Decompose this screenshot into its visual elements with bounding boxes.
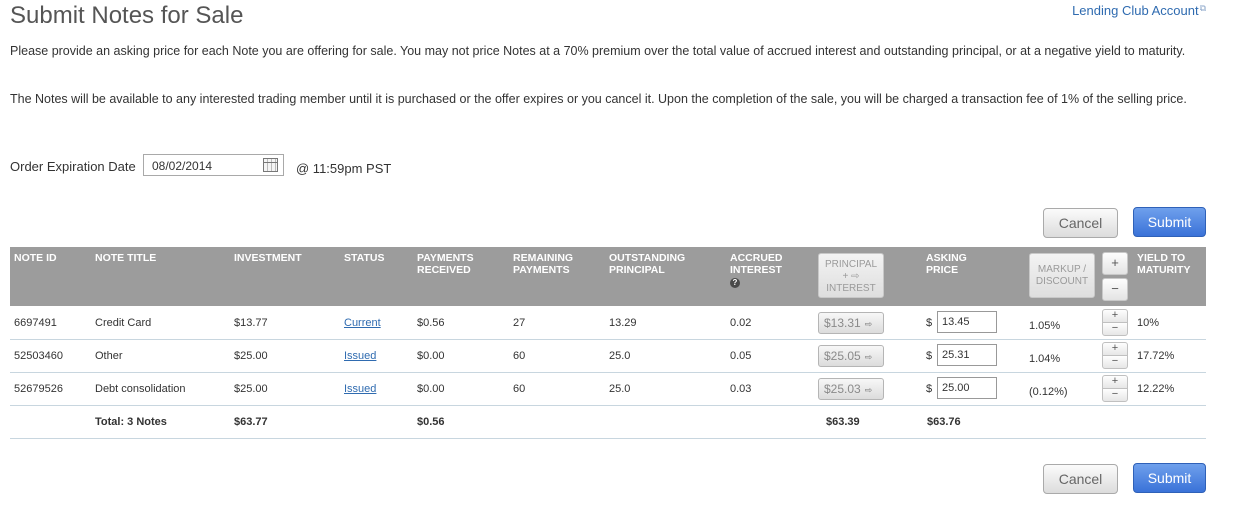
col-yield-to-maturity: YIELD TO MATURITY xyxy=(1137,252,1191,276)
table-row: 52503460 Other $25.00 Issued $0.00 60 25… xyxy=(10,339,1206,373)
order-expiration-time: @ 11:59pm PST xyxy=(296,161,392,176)
markup-discount-value: 1.05% xyxy=(1029,320,1061,332)
markup-discount-value: 1.04% xyxy=(1029,353,1061,365)
yield-to-maturity: 17.72% xyxy=(1137,350,1175,362)
outstanding-principal: 13.29 xyxy=(609,317,637,329)
investment: $25.00 xyxy=(234,350,268,362)
payments-received: $0.00 xyxy=(417,383,445,395)
order-expiration-date-value: 08/02/2014 xyxy=(152,159,213,173)
asking-price-input[interactable] xyxy=(937,377,997,399)
remaining-payments: 60 xyxy=(513,383,526,395)
status-link[interactable]: Issued xyxy=(344,383,376,395)
principal-plus-interest-top: PRINCIPAL xyxy=(824,259,878,270)
col-note-id: NOTE ID xyxy=(14,252,57,264)
bulk-decrease-button[interactable]: − xyxy=(1102,278,1128,301)
principal-plus-interest-button[interactable]: $25.03 ⇨ xyxy=(818,378,884,400)
account-link-label: Lending Club Account xyxy=(1072,3,1199,18)
principal-plus-interest-button[interactable]: $25.05 ⇨ xyxy=(818,345,884,367)
note-id: 52503460 xyxy=(14,350,63,362)
asking-price-stepper: + − xyxy=(1102,342,1128,370)
investment: $13.77 xyxy=(234,317,268,329)
col-status: STATUS xyxy=(344,252,385,264)
arrow-right-icon: ⇨ xyxy=(864,385,873,395)
asking-price-input[interactable] xyxy=(937,344,997,366)
col-note-title: NOTE TITLE xyxy=(95,252,157,264)
accrued-interest: 0.03 xyxy=(730,383,752,395)
markup-discount-value: (0.12%) xyxy=(1029,386,1068,398)
arrow-right-icon: ⇨ xyxy=(864,319,873,329)
remaining-payments: 60 xyxy=(513,350,526,362)
submit-button-top[interactable]: Submit xyxy=(1133,207,1206,237)
col-remaining-payments: REMAINING PAYMENTS xyxy=(513,252,574,276)
principal-plus-interest-button[interactable]: $13.31 ⇨ xyxy=(818,312,884,334)
page-title: Submit Notes for Sale xyxy=(10,2,244,29)
principal-plus-interest-column-button[interactable]: PRINCIPAL + ⇨ INTEREST xyxy=(818,253,884,298)
markup-discount-column-button[interactable]: MARKUP / DISCOUNT xyxy=(1029,253,1095,298)
note-id: 6697491 xyxy=(14,317,57,329)
total-asking-price: $63.76 xyxy=(927,416,961,428)
increase-price-button[interactable]: + xyxy=(1102,309,1128,323)
col-investment: INVESTMENT xyxy=(234,252,302,264)
currency-symbol: $ xyxy=(926,383,933,395)
submit-button-bottom[interactable]: Submit xyxy=(1133,463,1206,493)
asking-price-input[interactable] xyxy=(937,311,997,333)
total-payments-received: $0.56 xyxy=(417,416,445,428)
yield-to-maturity: 12.22% xyxy=(1137,383,1175,395)
bulk-increase-button[interactable]: + xyxy=(1102,252,1128,275)
instructions-paragraph-1: Please provide an asking price for each … xyxy=(10,44,1186,58)
col-accrued-interest: ACCRUED INTEREST ? xyxy=(730,252,800,288)
col-asking-price: ASKING PRICE xyxy=(926,252,967,276)
principal-plus-interest-value: $25.03 xyxy=(824,382,861,396)
principal-plus-interest-value: $13.31 xyxy=(824,316,861,330)
outstanding-principal: 25.0 xyxy=(609,350,631,362)
calendar-icon[interactable] xyxy=(263,158,278,172)
asking-price-stepper: + − xyxy=(1102,375,1128,403)
table-row: 52679526 Debt consolidation $25.00 Issue… xyxy=(10,372,1206,406)
arrow-right-icon: ⇨ xyxy=(864,352,873,362)
outstanding-principal: 25.0 xyxy=(609,383,631,395)
payments-received: $0.56 xyxy=(417,317,445,329)
principal-plus-interest-bottom: INTEREST xyxy=(826,283,876,294)
total-investment: $63.77 xyxy=(234,416,268,428)
total-principal-plus-interest: $63.39 xyxy=(826,416,860,428)
increase-price-button[interactable]: + xyxy=(1102,342,1128,356)
note-title: Other xyxy=(95,350,123,362)
decrease-price-button[interactable]: − xyxy=(1102,355,1128,369)
external-link-icon: ⧉ xyxy=(1199,3,1206,13)
table-totals-row: Total: 3 Notes $63.77 $0.56 $63.39 $63.7… xyxy=(10,405,1206,439)
asking-price-stepper: + − xyxy=(1102,309,1128,337)
cancel-button-bottom[interactable]: Cancel xyxy=(1043,464,1118,494)
table-row: 6697491 Credit Card $13.77 Current $0.56… xyxy=(10,306,1206,340)
principal-plus-interest-mid: + ⇨ xyxy=(842,271,860,282)
decrease-price-button[interactable]: − xyxy=(1102,322,1128,336)
increase-price-button[interactable]: + xyxy=(1102,375,1128,389)
status-link[interactable]: Current xyxy=(344,317,381,329)
yield-to-maturity: 10% xyxy=(1137,317,1160,329)
instructions-paragraph-2: The Notes will be available to any inter… xyxy=(10,92,1187,106)
currency-symbol: $ xyxy=(926,350,933,362)
col-outstanding-principal: OUTSTANDING PRINCIPAL xyxy=(609,252,686,276)
lending-club-account-link[interactable]: Lending Club Account⧉ xyxy=(1072,3,1206,18)
cancel-button-top[interactable]: Cancel xyxy=(1043,208,1118,238)
accrued-interest: 0.02 xyxy=(730,317,752,329)
payments-received: $0.00 xyxy=(417,350,445,362)
order-expiration-label: Order Expiration Date xyxy=(10,159,136,174)
note-title: Debt consolidation xyxy=(95,383,186,395)
order-expiration-date-input[interactable]: 08/02/2014 xyxy=(143,154,284,176)
remaining-payments: 27 xyxy=(513,317,526,329)
bulk-adjust-stepper: + − xyxy=(1102,252,1128,301)
total-label: Total: 3 Notes xyxy=(95,416,167,428)
status-link[interactable]: Issued xyxy=(344,350,376,362)
principal-plus-interest-value: $25.05 xyxy=(824,349,861,363)
note-title: Credit Card xyxy=(95,317,152,329)
table-header: NOTE ID NOTE TITLE INVESTMENT STATUS PAY… xyxy=(10,247,1206,306)
accrued-interest: 0.05 xyxy=(730,350,752,362)
investment: $25.00 xyxy=(234,383,268,395)
question-circle-icon[interactable]: ? xyxy=(730,278,740,288)
currency-symbol: $ xyxy=(926,317,933,329)
decrease-price-button[interactable]: − xyxy=(1102,388,1128,402)
col-accrued-interest-label: ACCRUED INTEREST xyxy=(730,252,783,276)
col-payments-received: PAYMENTS RECEIVED xyxy=(417,252,474,276)
note-id: 52679526 xyxy=(14,383,63,395)
